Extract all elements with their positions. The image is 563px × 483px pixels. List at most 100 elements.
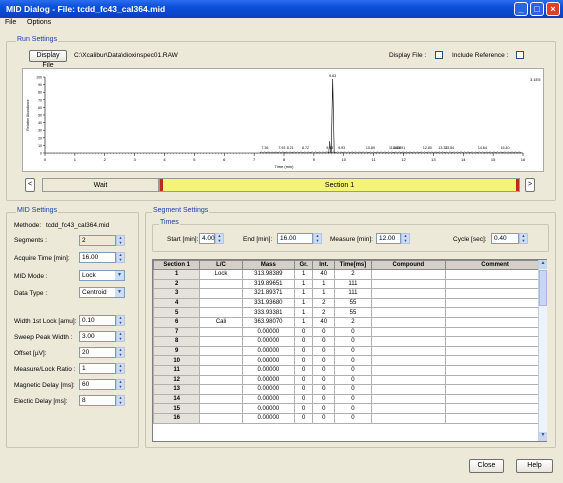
table-row[interactable]: 11 0.00000 0 0 0 (153, 364, 545, 376)
table-cell[interactable] (445, 393, 545, 405)
electric-delay-field[interactable]: 8 (79, 395, 116, 406)
maximize-button[interactable]: □ (530, 2, 544, 16)
close-window-button[interactable]: × (546, 2, 560, 16)
table-cell[interactable]: 0 (334, 374, 372, 386)
table-cell[interactable] (370, 374, 447, 386)
measure-lock-field[interactable]: 1 (79, 363, 116, 374)
electric-delay-spinner[interactable]: ▲ ▼ (116, 395, 125, 406)
table-cell[interactable]: 1 (294, 297, 314, 309)
table-cell[interactable]: Lock (199, 269, 243, 280)
table-cell[interactable]: Cali (199, 316, 243, 328)
table-cell[interactable] (370, 288, 447, 299)
table-cell[interactable]: 5 (153, 307, 201, 318)
table-cell[interactable]: 0 (334, 393, 372, 405)
table-row[interactable]: 2 319.89651 1 1 111 (153, 278, 545, 290)
table-cell[interactable] (370, 297, 447, 309)
column-header[interactable]: Section 1 (153, 260, 201, 270)
table-cell[interactable]: 0 (334, 403, 372, 414)
table-cell[interactable]: 10 (153, 355, 201, 366)
table-cell[interactable]: 0 (334, 412, 372, 424)
help-button[interactable]: Help (516, 459, 553, 473)
table-cell[interactable]: 4 (153, 297, 201, 309)
table-cell[interactable]: 0 (312, 374, 336, 386)
measure-field[interactable]: 12.00 (376, 233, 401, 244)
column-header[interactable]: Int. (312, 260, 336, 270)
table-cell[interactable]: 0 (334, 364, 372, 376)
segments-spinner[interactable]: ▲ ▼ (116, 235, 125, 246)
table-cell[interactable]: 0.00000 (241, 374, 296, 386)
table-cell[interactable] (445, 403, 545, 414)
table-cell[interactable]: 0 (312, 393, 336, 405)
table-cell[interactable] (199, 336, 243, 347)
table-cell[interactable]: 0 (312, 336, 336, 347)
table-cell[interactable]: 16 (153, 412, 201, 424)
table-cell[interactable]: 0 (294, 384, 314, 395)
table-cell[interactable]: 0.00000 (241, 412, 296, 424)
table-cell[interactable] (199, 355, 243, 366)
table-cell[interactable]: 331.93680 (241, 297, 296, 309)
table-cell[interactable]: 2 (153, 278, 201, 290)
table-cell[interactable] (370, 393, 447, 405)
table-cell[interactable]: 0 (294, 393, 314, 405)
table-cell[interactable]: 0 (312, 412, 336, 424)
table-cell[interactable] (445, 374, 545, 386)
table-cell[interactable] (370, 412, 447, 424)
table-cell[interactable]: 0 (334, 384, 372, 395)
table-cell[interactable] (370, 307, 447, 318)
table-row[interactable]: 6 Cali 363.98070 1 40 2 (153, 316, 545, 328)
table-row[interactable]: 3 321.89371 1 1 111 (153, 288, 545, 299)
table-row[interactable]: 1 Lock 313.98389 1 40 2 (153, 269, 545, 280)
table-cell[interactable] (445, 278, 545, 290)
table-cell[interactable] (370, 355, 447, 366)
table-row[interactable]: 9 0.00000 0 0 0 (153, 345, 545, 357)
table-cell[interactable]: 1 (312, 278, 336, 290)
table-cell[interactable]: 1 (153, 269, 201, 280)
close-button[interactable]: Close (469, 459, 504, 473)
table-cell[interactable]: 8 (153, 336, 201, 347)
table-cell[interactable] (445, 345, 545, 357)
table-cell[interactable]: 55 (334, 297, 372, 309)
table-cell[interactable] (445, 412, 545, 424)
table-cell[interactable]: 0.00000 (241, 336, 296, 347)
table-cell[interactable]: 0 (294, 326, 314, 338)
table-cell[interactable] (370, 384, 447, 395)
table-scrollbar[interactable]: ▲ ▼ (538, 260, 547, 441)
table-cell[interactable]: 3 (153, 288, 201, 299)
column-header[interactable]: Comment (445, 260, 545, 270)
table-cell[interactable]: 333.93381 (241, 307, 296, 318)
table-cell[interactable] (199, 393, 243, 405)
table-row[interactable]: 7 0.00000 0 0 0 (153, 326, 545, 338)
width-lock-spinner[interactable]: ▲ ▼ (116, 315, 125, 326)
magnetic-delay-field[interactable]: 60 (79, 379, 116, 390)
table-cell[interactable]: 0.00000 (241, 345, 296, 357)
offset-spinner[interactable]: ▲ ▼ (116, 347, 125, 358)
table-row[interactable]: 5 333.93381 1 2 55 (153, 307, 545, 318)
column-header[interactable]: L/C (199, 260, 243, 270)
data-type-select[interactable]: Centroid ▼ (79, 287, 125, 298)
measure-lock-spinner[interactable]: ▲ ▼ (116, 363, 125, 374)
table-cell[interactable] (199, 326, 243, 338)
table-cell[interactable]: 0 (312, 326, 336, 338)
measure-spinner[interactable]: ▲ ▼ (401, 233, 410, 244)
table-cell[interactable] (370, 278, 447, 290)
table-cell[interactable] (199, 374, 243, 386)
table-cell[interactable]: 1 (294, 269, 314, 280)
table-cell[interactable] (370, 403, 447, 414)
display-file-button[interactable]: Display File (29, 50, 67, 69)
table-cell[interactable]: 319.89651 (241, 278, 296, 290)
table-cell[interactable] (445, 355, 545, 366)
table-cell[interactable] (445, 384, 545, 395)
table-row[interactable]: 15 0.00000 0 0 0 (153, 403, 545, 414)
start-spinner[interactable]: ▲ ▼ (215, 233, 224, 244)
table-cell[interactable] (199, 345, 243, 357)
table-cell[interactable]: 0 (334, 336, 372, 347)
table-cell[interactable]: 0 (334, 326, 372, 338)
table-cell[interactable] (445, 364, 545, 376)
table-cell[interactable]: 0 (312, 384, 336, 395)
scroll-up-icon[interactable]: ▲ (539, 260, 547, 269)
table-cell[interactable] (199, 403, 243, 414)
table-cell[interactable] (445, 336, 545, 347)
column-header[interactable]: Time[ms] (334, 260, 372, 270)
table-cell[interactable] (370, 364, 447, 376)
table-cell[interactable] (199, 288, 243, 299)
